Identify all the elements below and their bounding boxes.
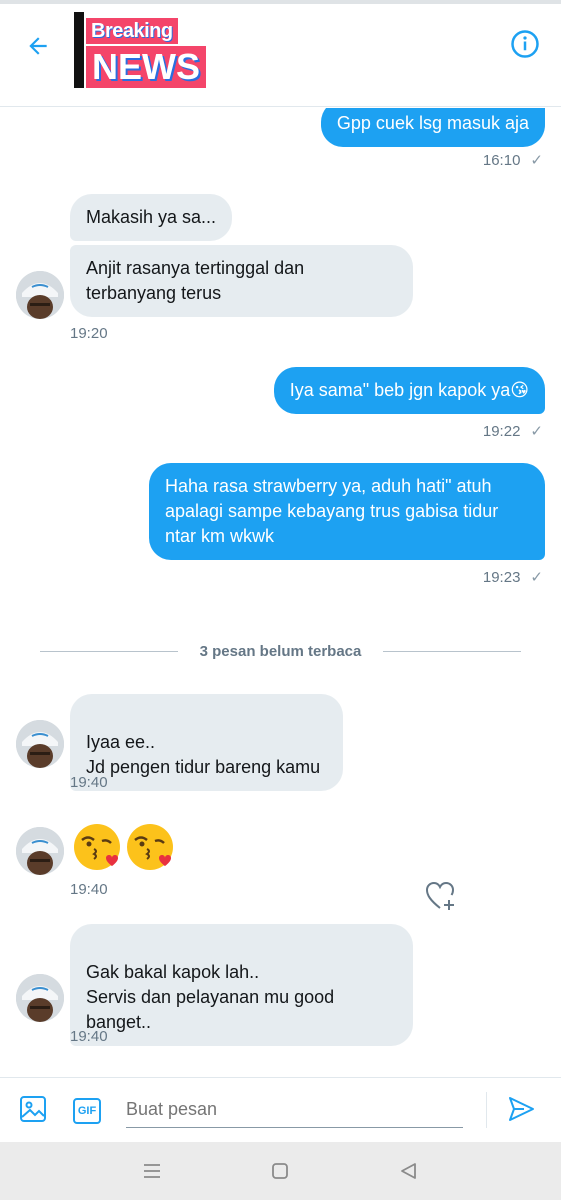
message-time: 16:10 (482, 152, 521, 169)
divider-line (383, 651, 521, 652)
back-button[interactable] (18, 26, 58, 66)
message-time: 19:20 (70, 325, 108, 342)
message-meta: 19:23 ✓ (483, 568, 543, 586)
message-bubble-outgoing[interactable]: Iya sama" beb jgn kapok ya😘 (273, 367, 545, 414)
message-text: Iyaa ee.. Jd pengen tidur bareng kamu (86, 732, 321, 777)
message-text: Gpp cuek lsg masuk aja (336, 113, 529, 133)
system-navigation-bar (0, 1142, 561, 1200)
unread-divider: 3 pesan belum terbaca (40, 643, 521, 663)
sent-check-icon: ✓ (530, 569, 543, 586)
message-meta: 16:10 ✓ (483, 151, 543, 169)
info-circle-icon (511, 30, 539, 58)
message-meta: 19:22 ✓ (483, 422, 543, 440)
nav-menu-button[interactable] (139, 1158, 165, 1184)
logo-breaking-text: Breaking (86, 18, 178, 44)
logo-bar (74, 12, 84, 88)
menu-icon (144, 1164, 160, 1178)
message-composer: GIF (0, 1077, 561, 1141)
conversation-header: Breaking NEWS (0, 0, 561, 107)
sender-avatar[interactable] (16, 974, 64, 1022)
send-button[interactable] (506, 1094, 540, 1128)
message-text: Gak bakal kapok lah.. Servis dan pelayan… (86, 962, 335, 1032)
kissing-heart-emoji-icon (74, 824, 120, 870)
info-button[interactable] (505, 24, 545, 64)
message-time: 19:40 (70, 774, 108, 791)
message-text: Makasih ya sa... (86, 207, 217, 227)
logo-news-text: NEWS (86, 46, 206, 88)
composer-separator (486, 1092, 487, 1128)
message-bubble-incoming[interactable]: Anjit rasanya tertinggal dan terbanyang … (70, 245, 413, 317)
message-bubble-incoming[interactable]: Gak bakal kapok lah.. Servis dan pelayan… (70, 924, 413, 1046)
sender-avatar[interactable] (16, 271, 64, 319)
message-text: Anjit rasanya tertinggal dan terbanyang … (86, 258, 305, 303)
emoji-message[interactable]: 😘😘 (70, 820, 180, 874)
arrow-left-icon (29, 37, 47, 55)
avatar-image (16, 827, 64, 875)
message-input[interactable] (126, 1092, 463, 1128)
message-thread[interactable]: Gpp cuek lsg masuk aja 16:10 ✓ Makasih ya… (0, 108, 561, 1076)
nav-home-button[interactable] (267, 1158, 293, 1184)
message-text: Iya sama" beb jgn kapok ya😘 (289, 380, 529, 400)
like-message-button[interactable] (424, 880, 458, 914)
image-icon (20, 1096, 46, 1122)
sender-avatar[interactable] (16, 720, 64, 768)
message-time: 19:22 (482, 423, 521, 440)
message-time: 19:40 (70, 1028, 108, 1045)
message-bubble-outgoing[interactable]: Haha rasa strawberry ya, aduh hati" atuh… (149, 463, 545, 560)
message-bubble-outgoing[interactable]: Gpp cuek lsg masuk aja (320, 108, 545, 147)
avatar-image (16, 720, 64, 768)
kissing-heart-emoji-icon (127, 824, 173, 870)
triangle-back-icon (401, 1163, 416, 1179)
message-time: 19:23 (482, 569, 521, 586)
gif-button[interactable]: GIF (73, 1098, 101, 1124)
nav-back-button[interactable] (395, 1158, 421, 1184)
message-time: 19:40 (70, 881, 108, 898)
sent-check-icon: ✓ (530, 423, 543, 440)
avatar-image (16, 974, 64, 1022)
sent-check-icon: ✓ (530, 152, 543, 169)
sender-avatar[interactable] (16, 827, 64, 875)
add-photo-button[interactable] (18, 1094, 50, 1126)
heart-plus-icon (425, 881, 455, 910)
avatar-logo[interactable]: Breaking NEWS (74, 12, 224, 90)
message-text: Haha rasa strawberry ya, aduh hati" atuh… (165, 476, 499, 546)
message-bubble-incoming[interactable]: Makasih ya sa... (70, 194, 233, 241)
send-icon (509, 1097, 534, 1121)
message-bubble-incoming[interactable]: Iyaa ee.. Jd pengen tidur bareng kamu (70, 694, 343, 791)
avatar-image (16, 271, 64, 319)
square-icon (272, 1163, 288, 1179)
